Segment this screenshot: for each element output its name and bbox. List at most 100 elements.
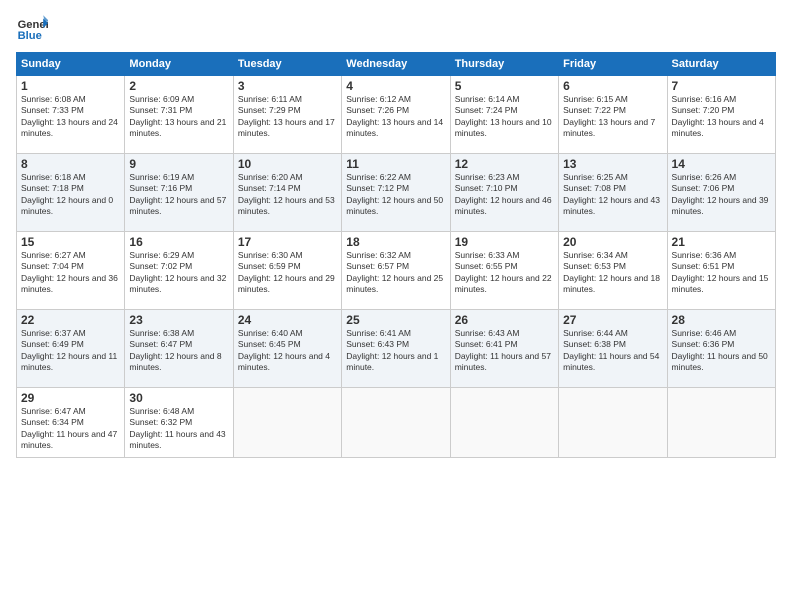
day-number: 30: [129, 391, 228, 405]
day-number: 13: [563, 157, 662, 171]
day-info: Sunrise: 6:14 AMSunset: 7:24 PMDaylight:…: [455, 94, 554, 140]
weekday-header-monday: Monday: [125, 53, 233, 76]
day-info: Sunrise: 6:41 AMSunset: 6:43 PMDaylight:…: [346, 328, 445, 374]
day-number: 4: [346, 79, 445, 93]
calendar-cell: 7Sunrise: 6:16 AMSunset: 7:20 PMDaylight…: [667, 76, 775, 154]
calendar-cell: 5Sunrise: 6:14 AMSunset: 7:24 PMDaylight…: [450, 76, 558, 154]
day-info: Sunrise: 6:23 AMSunset: 7:10 PMDaylight:…: [455, 172, 554, 218]
day-number: 24: [238, 313, 337, 327]
day-number: 20: [563, 235, 662, 249]
day-number: 14: [672, 157, 771, 171]
calendar-cell: 23Sunrise: 6:38 AMSunset: 6:47 PMDayligh…: [125, 310, 233, 388]
calendar-cell: 20Sunrise: 6:34 AMSunset: 6:53 PMDayligh…: [559, 232, 667, 310]
calendar-cell: 30Sunrise: 6:48 AMSunset: 6:32 PMDayligh…: [125, 388, 233, 458]
day-info: Sunrise: 6:11 AMSunset: 7:29 PMDaylight:…: [238, 94, 337, 140]
calendar-cell: 17Sunrise: 6:30 AMSunset: 6:59 PMDayligh…: [233, 232, 341, 310]
weekday-header-thursday: Thursday: [450, 53, 558, 76]
day-info: Sunrise: 6:36 AMSunset: 6:51 PMDaylight:…: [672, 250, 771, 296]
day-number: 9: [129, 157, 228, 171]
calendar-cell: [667, 388, 775, 458]
weekday-header-friday: Friday: [559, 53, 667, 76]
weekday-header-row: SundayMondayTuesdayWednesdayThursdayFrid…: [17, 53, 776, 76]
day-number: 25: [346, 313, 445, 327]
day-number: 27: [563, 313, 662, 327]
calendar-cell: 14Sunrise: 6:26 AMSunset: 7:06 PMDayligh…: [667, 154, 775, 232]
day-info: Sunrise: 6:32 AMSunset: 6:57 PMDaylight:…: [346, 250, 445, 296]
calendar-cell: 15Sunrise: 6:27 AMSunset: 7:04 PMDayligh…: [17, 232, 125, 310]
calendar-cell: 27Sunrise: 6:44 AMSunset: 6:38 PMDayligh…: [559, 310, 667, 388]
day-number: 17: [238, 235, 337, 249]
day-info: Sunrise: 6:43 AMSunset: 6:41 PMDaylight:…: [455, 328, 554, 374]
calendar-cell: [233, 388, 341, 458]
calendar-cell: 4Sunrise: 6:12 AMSunset: 7:26 PMDaylight…: [342, 76, 450, 154]
day-info: Sunrise: 6:46 AMSunset: 6:36 PMDaylight:…: [672, 328, 771, 374]
day-number: 18: [346, 235, 445, 249]
calendar-cell: 11Sunrise: 6:22 AMSunset: 7:12 PMDayligh…: [342, 154, 450, 232]
day-info: Sunrise: 6:08 AMSunset: 7:33 PMDaylight:…: [21, 94, 120, 140]
logo: General Blue: [16, 12, 48, 44]
calendar-cell: 29Sunrise: 6:47 AMSunset: 6:34 PMDayligh…: [17, 388, 125, 458]
day-info: Sunrise: 6:40 AMSunset: 6:45 PMDaylight:…: [238, 328, 337, 374]
day-number: 28: [672, 313, 771, 327]
calendar-cell: 18Sunrise: 6:32 AMSunset: 6:57 PMDayligh…: [342, 232, 450, 310]
calendar-cell: 28Sunrise: 6:46 AMSunset: 6:36 PMDayligh…: [667, 310, 775, 388]
day-number: 12: [455, 157, 554, 171]
day-info: Sunrise: 6:29 AMSunset: 7:02 PMDaylight:…: [129, 250, 228, 296]
calendar-cell: 19Sunrise: 6:33 AMSunset: 6:55 PMDayligh…: [450, 232, 558, 310]
day-info: Sunrise: 6:47 AMSunset: 6:34 PMDaylight:…: [21, 406, 120, 452]
day-info: Sunrise: 6:18 AMSunset: 7:18 PMDaylight:…: [21, 172, 120, 218]
day-info: Sunrise: 6:09 AMSunset: 7:31 PMDaylight:…: [129, 94, 228, 140]
day-number: 19: [455, 235, 554, 249]
day-number: 5: [455, 79, 554, 93]
day-info: Sunrise: 6:25 AMSunset: 7:08 PMDaylight:…: [563, 172, 662, 218]
day-number: 10: [238, 157, 337, 171]
calendar-cell: 1Sunrise: 6:08 AMSunset: 7:33 PMDaylight…: [17, 76, 125, 154]
day-info: Sunrise: 6:20 AMSunset: 7:14 PMDaylight:…: [238, 172, 337, 218]
calendar-cell: 21Sunrise: 6:36 AMSunset: 6:51 PMDayligh…: [667, 232, 775, 310]
day-number: 8: [21, 157, 120, 171]
weekday-header-tuesday: Tuesday: [233, 53, 341, 76]
day-number: 11: [346, 157, 445, 171]
logo-icon: General Blue: [16, 12, 48, 44]
calendar-cell: [342, 388, 450, 458]
weekday-header-wednesday: Wednesday: [342, 53, 450, 76]
calendar-cell: 10Sunrise: 6:20 AMSunset: 7:14 PMDayligh…: [233, 154, 341, 232]
day-info: Sunrise: 6:48 AMSunset: 6:32 PMDaylight:…: [129, 406, 228, 452]
calendar-cell: 13Sunrise: 6:25 AMSunset: 7:08 PMDayligh…: [559, 154, 667, 232]
day-number: 29: [21, 391, 120, 405]
calendar-cell: 2Sunrise: 6:09 AMSunset: 7:31 PMDaylight…: [125, 76, 233, 154]
day-info: Sunrise: 6:38 AMSunset: 6:47 PMDaylight:…: [129, 328, 228, 374]
weekday-header-sunday: Sunday: [17, 53, 125, 76]
calendar-table: SundayMondayTuesdayWednesdayThursdayFrid…: [16, 52, 776, 458]
day-number: 6: [563, 79, 662, 93]
svg-text:Blue: Blue: [18, 30, 42, 42]
day-number: 16: [129, 235, 228, 249]
day-number: 26: [455, 313, 554, 327]
calendar-cell: 24Sunrise: 6:40 AMSunset: 6:45 PMDayligh…: [233, 310, 341, 388]
day-number: 21: [672, 235, 771, 249]
day-info: Sunrise: 6:16 AMSunset: 7:20 PMDaylight:…: [672, 94, 771, 140]
calendar-cell: 26Sunrise: 6:43 AMSunset: 6:41 PMDayligh…: [450, 310, 558, 388]
calendar-cell: 16Sunrise: 6:29 AMSunset: 7:02 PMDayligh…: [125, 232, 233, 310]
calendar-cell: 3Sunrise: 6:11 AMSunset: 7:29 PMDaylight…: [233, 76, 341, 154]
day-info: Sunrise: 6:15 AMSunset: 7:22 PMDaylight:…: [563, 94, 662, 140]
day-number: 3: [238, 79, 337, 93]
calendar-cell: [450, 388, 558, 458]
day-info: Sunrise: 6:33 AMSunset: 6:55 PMDaylight:…: [455, 250, 554, 296]
calendar-cell: 12Sunrise: 6:23 AMSunset: 7:10 PMDayligh…: [450, 154, 558, 232]
day-number: 1: [21, 79, 120, 93]
calendar-cell: 22Sunrise: 6:37 AMSunset: 6:49 PMDayligh…: [17, 310, 125, 388]
day-info: Sunrise: 6:34 AMSunset: 6:53 PMDaylight:…: [563, 250, 662, 296]
day-number: 2: [129, 79, 228, 93]
day-number: 7: [672, 79, 771, 93]
day-info: Sunrise: 6:44 AMSunset: 6:38 PMDaylight:…: [563, 328, 662, 374]
calendar-cell: [559, 388, 667, 458]
day-info: Sunrise: 6:22 AMSunset: 7:12 PMDaylight:…: [346, 172, 445, 218]
day-number: 23: [129, 313, 228, 327]
day-info: Sunrise: 6:27 AMSunset: 7:04 PMDaylight:…: [21, 250, 120, 296]
page-header: General Blue: [16, 12, 776, 44]
day-number: 22: [21, 313, 120, 327]
day-info: Sunrise: 6:19 AMSunset: 7:16 PMDaylight:…: [129, 172, 228, 218]
weekday-header-saturday: Saturday: [667, 53, 775, 76]
day-info: Sunrise: 6:37 AMSunset: 6:49 PMDaylight:…: [21, 328, 120, 374]
